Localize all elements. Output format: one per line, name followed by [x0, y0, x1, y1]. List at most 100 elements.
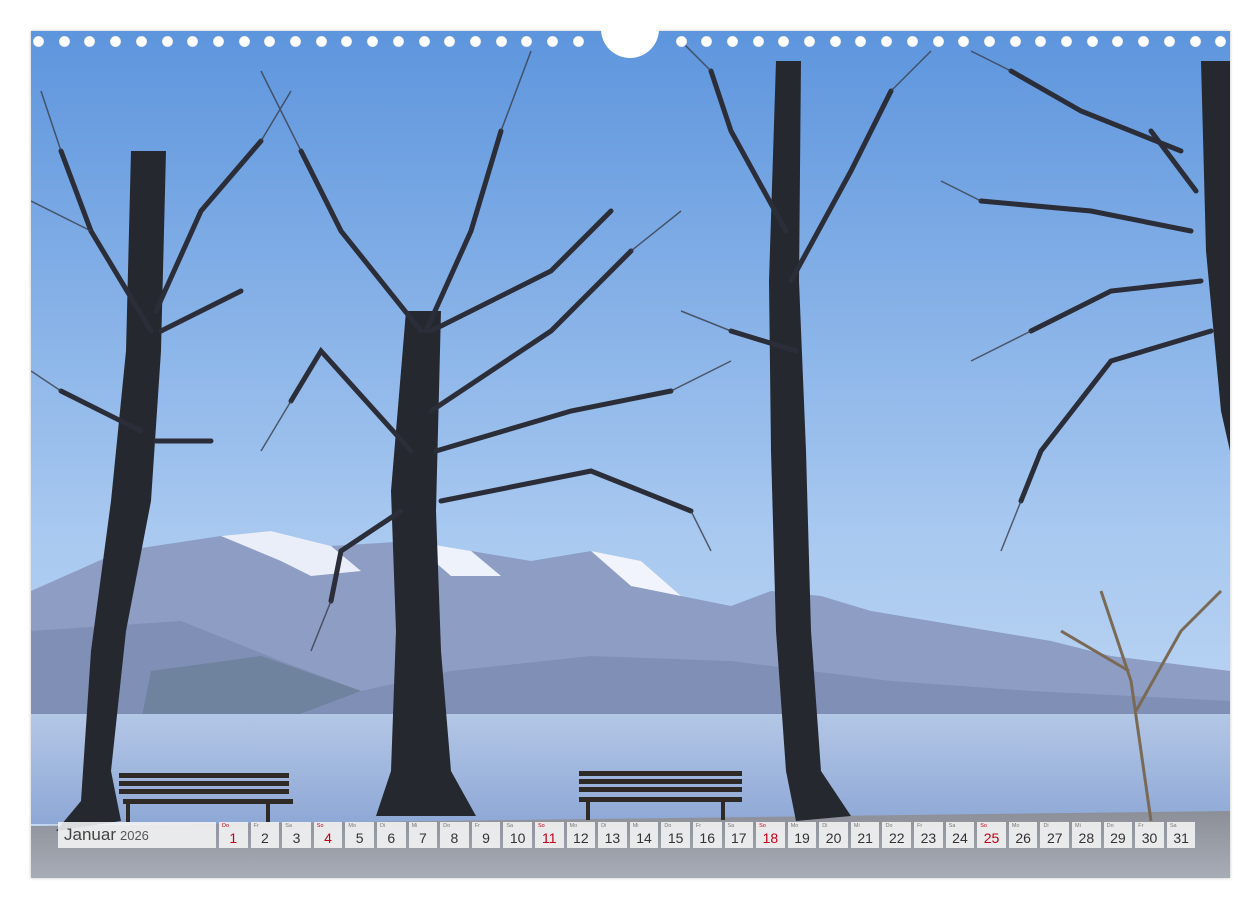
calendar-photo [31, 31, 1230, 878]
weekday-label: So [316, 823, 324, 829]
binding-hole [1061, 36, 1072, 47]
binding-hole [726, 36, 738, 47]
calendar-strip: Januar 2026 Do 1 Fr 2 Sa 3 So 4 Mo 5 Di 6 Mi 7 Do 8 Fr 9 S… [58, 822, 1196, 848]
binding-hole [135, 36, 147, 47]
weekday-label: Fr [1138, 823, 1144, 829]
binding-hole [290, 36, 301, 47]
day-number: 5 [355, 830, 364, 846]
weekday-label: Mi [632, 823, 639, 829]
weekday-label: Di [822, 823, 828, 829]
binding-hole [829, 36, 841, 47]
weekday-label: Mi [1075, 823, 1081, 829]
day-cell: Fr 2 [250, 822, 280, 848]
binding-hole [701, 36, 713, 47]
day-number: 1 [229, 830, 238, 846]
day-number: 7 [418, 830, 427, 846]
weekday-label: Di [379, 823, 386, 829]
day-cell: Mo 5 [345, 822, 374, 848]
binding-hole [1215, 36, 1227, 47]
day-cell: So 18 [756, 822, 785, 848]
weekday-label: Fr [253, 823, 259, 829]
weekday-label: Do [664, 823, 672, 829]
weekday-label: Fr [917, 823, 923, 829]
binding-hole [855, 36, 867, 47]
day-cell: So 4 [313, 822, 343, 848]
binding-hole [1086, 36, 1098, 47]
day-number: 27 [1046, 830, 1063, 846]
day-number: 2 [260, 830, 269, 846]
weekday-label: So [537, 823, 545, 829]
day-number: 8 [450, 830, 459, 846]
binding-hole [212, 36, 224, 47]
year-label: 2026 [119, 827, 149, 843]
binding-hole [906, 36, 918, 47]
weekday-label: So [980, 823, 987, 829]
binding-hole [932, 36, 944, 47]
binding-hole [983, 36, 995, 47]
day-number: 20 [825, 830, 842, 846]
binding-hole [1189, 36, 1201, 47]
day-cell: Sa 31 [1166, 822, 1196, 848]
binding-hole [804, 36, 815, 47]
day-number: 26 [1015, 830, 1031, 846]
day-number: 10 [509, 830, 526, 846]
day-number: 13 [604, 830, 621, 846]
day-number: 24 [952, 830, 968, 846]
weekday-label: Di [601, 823, 607, 829]
day-cell: Sa 17 [724, 822, 754, 848]
binding-hole [418, 36, 430, 47]
day-number: 28 [1078, 830, 1095, 846]
day-number: 15 [667, 830, 684, 846]
binding-hole [521, 36, 533, 47]
day-cell: Mi 7 [408, 822, 438, 848]
weekday-label: Do [222, 823, 230, 829]
day-number: 9 [482, 830, 490, 846]
binding-hole [315, 36, 327, 47]
month-label: Januar 2026 [58, 822, 216, 848]
day-number: 23 [920, 830, 937, 846]
day-cell: Fr 23 [914, 822, 943, 848]
weekday-label: Di [1043, 823, 1049, 829]
binding-hole [881, 36, 893, 47]
lake-landscape-image [31, 31, 1230, 878]
binding-hole [572, 36, 584, 47]
weekday-label: Mi [411, 823, 418, 829]
weekday-label: Sa [727, 823, 735, 829]
day-number: 11 [541, 830, 557, 846]
binding-hole [547, 36, 558, 47]
day-cell: Di 27 [1040, 822, 1070, 848]
binding-hole [1009, 36, 1021, 47]
day-number: 3 [292, 830, 301, 846]
day-number: 12 [573, 830, 589, 846]
weekday-label: Mo [790, 823, 799, 829]
weekday-label: Mo [1011, 823, 1020, 829]
weekday-label: Mo [348, 823, 357, 829]
binding-hole [110, 36, 122, 47]
weekday-label: Sa [285, 823, 292, 829]
day-cell: Mo 19 [787, 822, 817, 848]
weekday-label: Sa [948, 823, 956, 829]
binding-hole [469, 36, 481, 47]
weekday-label: Sa [506, 823, 514, 829]
binding-hole [84, 36, 96, 47]
day-number: 22 [888, 830, 905, 846]
day-number: 18 [762, 830, 779, 846]
day-cell: Di 13 [598, 822, 627, 848]
binding-hole [33, 36, 44, 47]
binding-hole [675, 36, 687, 47]
binding-hole [161, 36, 173, 47]
binding-hole [58, 36, 70, 47]
day-number: 17 [731, 830, 747, 846]
binding-hole [187, 36, 199, 47]
day-cell: Mi 14 [629, 822, 659, 848]
day-number: 6 [387, 830, 396, 846]
weekday-label: So [759, 823, 766, 829]
binding-hole [495, 36, 507, 47]
binding-hole [1163, 36, 1175, 47]
day-number: 19 [794, 830, 810, 846]
binding-hole [341, 36, 353, 47]
binding-hole [1112, 36, 1124, 47]
weekday-label: Sa [1169, 823, 1177, 829]
day-cell: Fr 30 [1135, 822, 1164, 848]
day-number: 31 [1173, 830, 1189, 846]
